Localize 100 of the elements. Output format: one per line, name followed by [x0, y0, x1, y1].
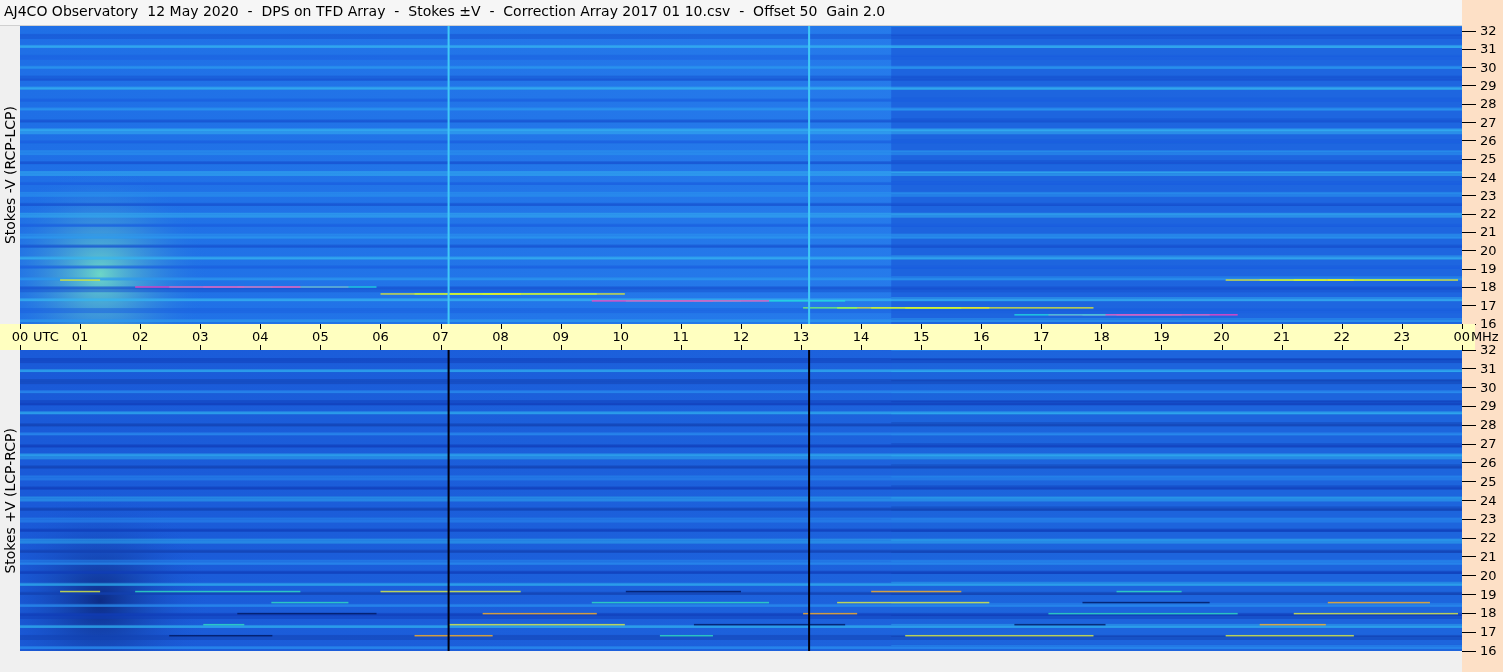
- tick-mark: [921, 324, 923, 329]
- tick-mark: [861, 345, 863, 350]
- time-label: 14: [852, 329, 870, 344]
- frequency-label: 28: [1480, 418, 1497, 433]
- time-label: 02: [131, 329, 149, 344]
- tick-mark: [620, 324, 622, 329]
- frequency-label: 27: [1480, 437, 1497, 452]
- tick-mark: [1462, 30, 1476, 32]
- tick-mark: [1101, 345, 1103, 350]
- frequency-label: 32: [1480, 24, 1497, 38]
- tick-mark: [1462, 122, 1476, 124]
- tick-mark: [680, 324, 682, 329]
- frequency-label: 24: [1480, 170, 1497, 185]
- time-label: 17: [1033, 329, 1050, 344]
- tick-mark: [1462, 443, 1476, 445]
- tick-mark: [1462, 424, 1476, 426]
- tick-mark: [1341, 345, 1343, 350]
- frequency-label: 17: [1480, 625, 1497, 640]
- tick-mark: [1462, 103, 1476, 105]
- time-label: 00: [1453, 329, 1471, 344]
- tick-mark: [500, 345, 502, 350]
- tick-mark: [1462, 575, 1476, 577]
- tick-mark: [80, 324, 82, 329]
- frequency-label: 20: [1480, 568, 1497, 583]
- tick-mark: [740, 324, 742, 329]
- frequency-label: 29: [1480, 78, 1497, 93]
- time-label: 04: [252, 329, 269, 344]
- tick-mark: [1462, 405, 1476, 407]
- tick-mark: [1462, 631, 1476, 633]
- tick-mark: [1041, 345, 1043, 350]
- tick-mark: [1161, 324, 1163, 329]
- time-label: 15: [912, 329, 930, 344]
- time-label: 07: [432, 329, 449, 344]
- tick-mark: [801, 345, 802, 350]
- tick-mark: [440, 345, 442, 350]
- tick-mark: [620, 345, 622, 350]
- frequency-label: 31: [1480, 361, 1497, 376]
- tick-mark: [1462, 286, 1476, 288]
- tick-mark: [1462, 85, 1476, 87]
- tick-mark: [380, 345, 382, 350]
- frequency-label: 23: [1480, 188, 1497, 203]
- frequency-label: 26: [1480, 455, 1497, 470]
- tick-mark: [1401, 324, 1403, 329]
- time-label: 05: [312, 329, 329, 344]
- time-label: 06: [372, 329, 389, 344]
- tick-mark: [981, 345, 983, 350]
- tick-mark: [380, 324, 382, 329]
- tick-mark: [440, 324, 442, 329]
- tick-mark: [20, 345, 21, 350]
- tick-mark: [740, 345, 742, 350]
- frequency-label: 30: [1480, 60, 1497, 75]
- tick-mark: [1462, 387, 1476, 389]
- tick-mark: [1462, 67, 1476, 69]
- time-label: 09: [552, 329, 569, 344]
- time-label: 23: [1393, 329, 1411, 344]
- tick-mark: [200, 345, 202, 350]
- tick-mark: [1462, 268, 1476, 270]
- tick-mark: [1462, 500, 1476, 501]
- time-label: 11: [672, 329, 690, 344]
- time-label: 22: [1333, 329, 1350, 344]
- time-label: 12: [732, 329, 750, 344]
- tick-mark: [1462, 481, 1476, 483]
- frequency-label: 19: [1480, 587, 1497, 602]
- tick-mark: [260, 345, 262, 350]
- tick-mark: [1281, 345, 1283, 350]
- tick-mark: [1041, 324, 1043, 329]
- tick-mark: [1281, 324, 1283, 329]
- frequency-label: 28: [1480, 97, 1497, 112]
- tick-mark: [1462, 195, 1476, 197]
- frequency-label: 23: [1480, 512, 1497, 527]
- tick-mark: [140, 324, 142, 329]
- frequency-label: 16: [1480, 317, 1497, 331]
- tick-mark: [1462, 48, 1476, 50]
- frequency-label: 25: [1480, 474, 1497, 489]
- frequency-label: 18: [1480, 280, 1497, 295]
- time-label: 03: [191, 329, 209, 344]
- tick-mark: [560, 345, 562, 350]
- frequency-label: 17: [1480, 298, 1497, 313]
- tick-mark: [1341, 324, 1343, 329]
- frequency-label: 29: [1480, 399, 1497, 414]
- time-label: 16: [973, 329, 990, 344]
- panel-label: Stokes -V (RCP-LCP): [2, 105, 18, 245]
- frequency-label: 24: [1480, 493, 1497, 508]
- time-label: 00: [11, 329, 29, 344]
- tick-mark: [1462, 518, 1476, 520]
- tick-mark: [1462, 650, 1476, 652]
- tick-mark: [861, 324, 863, 329]
- window-title: AJ4CO Observatory 12 May 2020 - DPS on TFD Array - Stokes ±V - Correction Array 2017 01 10.csv - Offset 50 Gain 2.0: [0, 0, 1462, 26]
- tick-mark: [680, 345, 682, 350]
- frequency-label: 18: [1480, 606, 1497, 621]
- tick-mark: [1462, 537, 1476, 539]
- tick-mark: [921, 345, 923, 350]
- tick-mark: [801, 324, 802, 329]
- frequency-label: 22: [1480, 531, 1497, 546]
- tick-mark: [1462, 140, 1476, 142]
- tick-mark: [500, 324, 502, 329]
- time-unit: UTC: [33, 329, 59, 344]
- frequency-label: 21: [1480, 549, 1497, 564]
- frequency-label: 31: [1480, 42, 1497, 57]
- tick-mark: [80, 345, 82, 350]
